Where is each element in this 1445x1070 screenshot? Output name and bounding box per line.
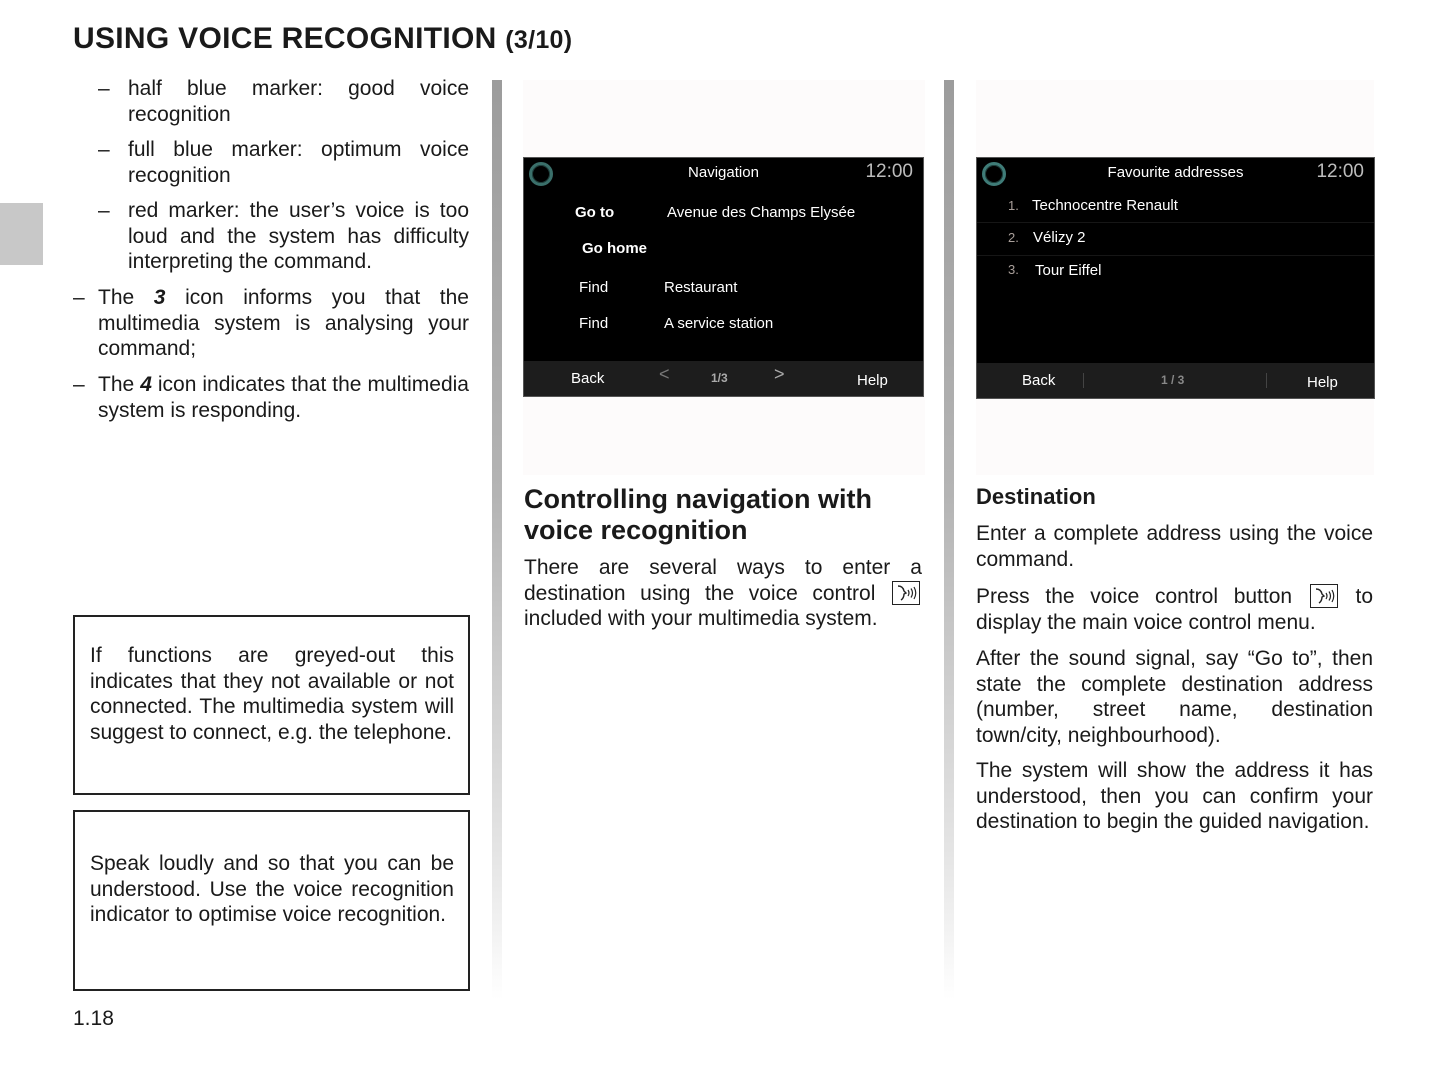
section-heading-destination: Destination xyxy=(976,484,1096,509)
nav-command-go-home[interactable]: Go home xyxy=(582,240,647,257)
list-divider xyxy=(977,255,1374,256)
note-text: If functions are greyed-out this indicat… xyxy=(90,644,454,744)
nav-value-service-station[interactable]: A service station xyxy=(664,315,773,332)
paragraph: After the sound signal, say “Go to”, the… xyxy=(976,647,1373,747)
favourite-addresses-screen: Favourite addresses 12:00 1. Technocentr… xyxy=(976,157,1375,399)
section-heading: Controlling navigation with voice recogn… xyxy=(524,484,872,545)
list-item-text: The 4 icon indicates that the multimedia… xyxy=(98,372,469,423)
list-item-text: The 3 icon informs you that the multimed… xyxy=(98,285,469,362)
footer-divider xyxy=(1266,373,1267,388)
text-fragment: The xyxy=(98,286,154,309)
footer-divider xyxy=(1083,373,1084,388)
screen-footer-bar: Back < 1/3 > Help xyxy=(524,361,923,396)
dash-bullet: – xyxy=(98,199,110,222)
page-indicator: 1 / 3 xyxy=(1161,373,1185,387)
next-page-arrow[interactable]: > xyxy=(774,364,785,385)
list-item-text: full blue marker: optimum voice recognit… xyxy=(128,138,469,187)
favourite-number: 1. xyxy=(1008,198,1019,213)
page-title-suffix: (3/10) xyxy=(505,26,573,54)
list-item-red-marker: – red marker: the user’s voice is too lo… xyxy=(98,198,469,275)
favourite-number: 3. xyxy=(1008,262,1019,277)
screen-clock: 12:00 xyxy=(865,161,913,182)
dash-bullet: – xyxy=(98,77,110,100)
paragraph: Press the voice control button to displa… xyxy=(976,584,1373,635)
text-fragment: Press the voice control button xyxy=(976,585,1293,608)
nav-command-find[interactable]: Find xyxy=(579,315,608,332)
paragraph: Enter a complete address using the voice… xyxy=(976,522,1373,571)
list-item-text: half blue marker: good voice recognition xyxy=(128,77,469,126)
list-item-icon-3: – The 3 icon informs you that the multim… xyxy=(73,285,469,362)
section-paragraph: There are several ways to enter a destin… xyxy=(524,555,922,632)
icon-number-ref: 4 xyxy=(140,373,152,396)
favourite-item-velizy[interactable]: Vélizy 2 xyxy=(1033,229,1086,246)
note-box-speak-loudly: Speak loudly and so that you can be unde… xyxy=(73,810,470,991)
note-text: Speak loudly and so that you can be unde… xyxy=(90,852,454,926)
nav-command-find[interactable]: Find xyxy=(579,279,608,296)
list-divider xyxy=(977,222,1374,223)
nav-value-go-to[interactable]: Avenue des Champs Elysée xyxy=(667,204,855,221)
page-number: 1.18 xyxy=(73,1007,114,1030)
text-fragment: included with your multimedia system. xyxy=(524,607,878,630)
screen-title: Navigation xyxy=(688,164,759,181)
nav-command-go-to[interactable]: Go to xyxy=(575,204,614,221)
section-tab-marker xyxy=(0,203,43,265)
list-item-text: red marker: the user’s voice is too loud… xyxy=(128,199,469,273)
back-button[interactable]: Back xyxy=(1022,372,1055,389)
paragraph: The system will show the address it has … xyxy=(976,759,1373,833)
icon-number-ref: 3 xyxy=(153,286,166,309)
page-title: USING VOICE RECOGNITION (3/10) xyxy=(73,22,572,56)
dash-bullet: – xyxy=(73,373,85,396)
page-title-text: USING VOICE RECOGNITION xyxy=(73,22,497,55)
help-button[interactable]: Help xyxy=(857,372,888,389)
voice-control-icon xyxy=(891,580,920,605)
list-item-half-blue-marker: – half blue marker: good voice recogniti… xyxy=(98,76,469,127)
screen-title: Favourite addresses xyxy=(1107,164,1244,181)
navigation-screen: Navigation 12:00 Go to Avenue des Champs… xyxy=(523,157,924,397)
help-button[interactable]: Help xyxy=(1307,374,1338,391)
text-fragment: The xyxy=(98,373,141,396)
favourite-item-tour-eiffel[interactable]: Tour Eiffel xyxy=(1035,262,1101,279)
text-fragment: icon indicates that the multimedia syste… xyxy=(98,373,469,422)
column-separator xyxy=(492,80,502,1000)
dash-bullet: – xyxy=(98,138,110,161)
page-indicator: 1/3 xyxy=(711,371,728,385)
screen-footer-bar: Back 1 / 3 Help xyxy=(977,363,1374,398)
column-separator xyxy=(944,80,954,1000)
text-fragment: There are several ways to enter a destin… xyxy=(524,556,922,605)
nav-value-restaurant[interactable]: Restaurant xyxy=(664,279,737,296)
screen-clock: 12:00 xyxy=(1316,161,1364,182)
previous-page-arrow[interactable]: < xyxy=(659,364,670,385)
voice-control-icon xyxy=(1309,584,1338,608)
list-item-full-blue-marker: – full blue marker: optimum voice recogn… xyxy=(98,137,469,188)
back-button[interactable]: Back xyxy=(571,370,604,387)
dash-bullet: – xyxy=(73,286,85,309)
favourite-number: 2. xyxy=(1008,230,1019,245)
note-box-greyed-out: If functions are greyed-out this indicat… xyxy=(73,615,470,795)
list-item-icon-4: – The 4 icon indicates that the multimed… xyxy=(73,372,469,423)
favourite-item-technocentre[interactable]: Technocentre Renault xyxy=(1032,197,1178,214)
